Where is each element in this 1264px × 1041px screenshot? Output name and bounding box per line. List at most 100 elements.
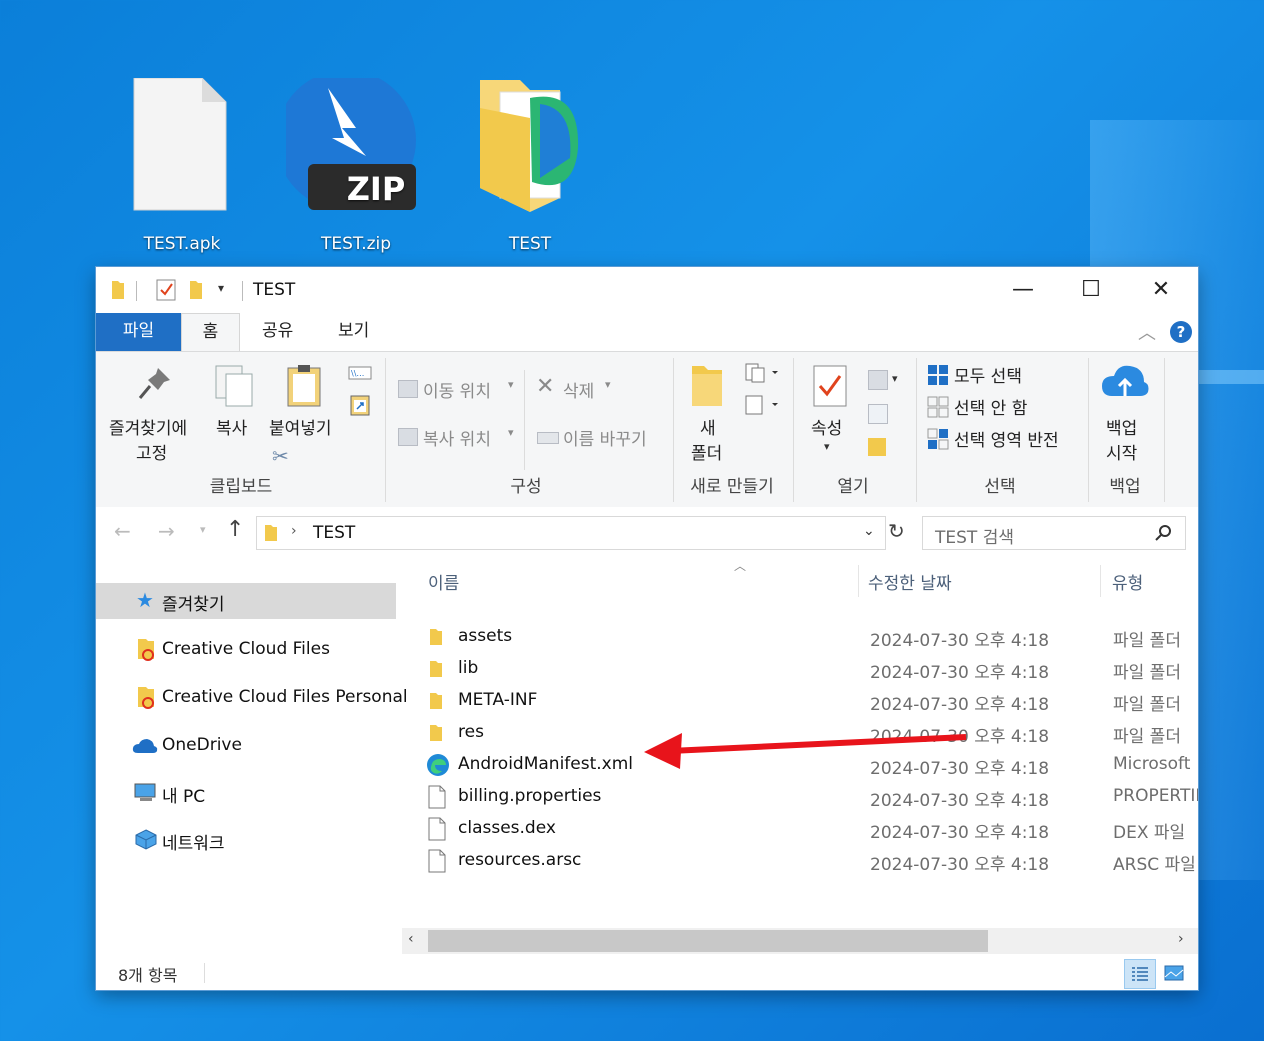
file-name[interactable]: META-INF	[458, 690, 537, 710]
desktop-icon-folder[interactable]: TEST	[470, 78, 590, 254]
chevron-down-icon[interactable]: ▾	[605, 378, 611, 391]
address-path[interactable]: TEST	[313, 523, 355, 543]
forward-icon[interactable]: →	[158, 519, 175, 543]
chevron-right-icon[interactable]: ›	[291, 523, 297, 539]
file-name[interactable]: res	[458, 722, 484, 742]
chevron-down-icon[interactable]: ▾	[508, 378, 514, 391]
chevron-down-icon[interactable]: ▾	[218, 281, 224, 295]
paste-icon	[287, 365, 321, 407]
search-input[interactable]: TEST 검색	[935, 523, 1014, 548]
file-row[interactable]: classes.dex 2024-07-30 오후 4:18 DEX 파일	[398, 813, 1198, 845]
new-folder-icon[interactable]	[188, 279, 204, 301]
chevron-down-icon[interactable]: ▾	[824, 440, 830, 453]
up-icon[interactable]: ↑	[226, 517, 244, 542]
nav-item-creative-cloud-files[interactable]: Creative Cloud Files	[96, 632, 396, 668]
minimize-button[interactable]: —	[1000, 275, 1046, 305]
chevron-down-icon[interactable]: ▾	[892, 372, 898, 385]
copy-to-button[interactable]: 복사 위치	[423, 425, 491, 450]
scroll-left-icon[interactable]: ‹	[408, 931, 414, 947]
select-none-button[interactable]: 선택 안 함	[954, 394, 1027, 419]
pin-to-quick-access-label[interactable]: 즐겨찾기에	[109, 414, 187, 439]
file-row[interactable]: billing.properties 2024-07-30 오후 4:18 PROP…	[398, 781, 1198, 813]
nav-item-label: 내 PC	[162, 787, 206, 807]
horizontal-scrollbar[interactable]: ‹ ›	[402, 928, 1198, 954]
maximize-button[interactable]: ☐	[1068, 275, 1114, 305]
properties-check-icon[interactable]	[156, 279, 176, 301]
nav-item-label: 네트워크	[162, 834, 225, 854]
new-folder-button[interactable]: 새	[700, 414, 716, 439]
backup-button[interactable]: 시작	[1106, 439, 1137, 464]
cut-icon[interactable]: ✂	[272, 444, 289, 468]
tab-share[interactable]: 공유	[262, 313, 293, 351]
backup-button[interactable]: 백업	[1106, 414, 1137, 439]
properties-button[interactable]: 속성	[811, 414, 842, 439]
file-name[interactable]: AndroidManifest.xml	[458, 754, 633, 774]
refresh-icon[interactable]: ↻	[888, 519, 905, 543]
file-type: 파일 폴더	[1113, 631, 1181, 651]
desktop-icon-zip[interactable]: ZIP TEST.zip	[276, 70, 416, 254]
open-icon[interactable]	[868, 370, 888, 390]
file-name[interactable]: classes.dex	[458, 818, 556, 838]
pin-to-quick-access-label[interactable]: 고정	[136, 439, 167, 464]
delete-button[interactable]: 삭제	[563, 377, 594, 402]
file-name[interactable]: resources.arsc	[458, 850, 581, 870]
recent-locations-icon[interactable]: ▾	[200, 523, 206, 536]
column-header-date[interactable]: 수정한 날짜	[868, 569, 952, 594]
large-icons-view-button[interactable]	[1160, 959, 1188, 987]
tab-file[interactable]: 파일	[96, 313, 181, 351]
column-header-type[interactable]: 유형	[1112, 569, 1143, 594]
file-row[interactable]: lib 2024-07-30 오후 4:18 파일 폴더	[398, 653, 1198, 685]
back-icon[interactable]: ←	[114, 519, 131, 543]
select-all-button[interactable]: 모두 선택	[954, 362, 1022, 387]
file-name[interactable]: lib	[458, 658, 478, 678]
file-icon	[428, 849, 446, 873]
scroll-right-icon[interactable]: ›	[1178, 931, 1184, 947]
history-icon[interactable]	[868, 438, 886, 456]
rename-button[interactable]: 이름 바꾸기	[563, 425, 647, 450]
paste-shortcut-icon[interactable]	[350, 394, 370, 416]
file-row[interactable]: resources.arsc 2024-07-30 오후 4:18 ARSC 파일	[398, 845, 1198, 877]
file-name[interactable]: billing.properties	[458, 786, 601, 806]
nav-item-this-pc[interactable]: 내 PC	[96, 775, 396, 811]
tab-view[interactable]: 보기	[338, 313, 369, 351]
address-bar[interactable]: › TEST ⌄	[256, 516, 886, 550]
nav-item-label: 즐겨찾기	[162, 595, 225, 615]
new-item-icon[interactable]	[744, 362, 780, 384]
chevron-down-icon[interactable]: ▾	[508, 426, 514, 439]
nav-item-network[interactable]: 네트워크	[96, 822, 396, 858]
easy-access-icon[interactable]	[744, 394, 780, 416]
collapse-ribbon-icon[interactable]: ︿	[1138, 319, 1156, 345]
new-folder-button[interactable]: 폴더	[691, 439, 722, 464]
search-icon[interactable]	[1155, 524, 1173, 542]
copy-path-icon[interactable]: \\…	[348, 366, 372, 380]
edit-icon[interactable]	[868, 404, 888, 424]
paste-button[interactable]: 붙여넣기	[269, 414, 332, 439]
divider	[204, 963, 205, 983]
backup-group-label: 백업	[1109, 477, 1141, 497]
nav-item-onedrive[interactable]: OneDrive	[96, 728, 396, 764]
details-view-button[interactable]	[1124, 959, 1156, 989]
tab-home[interactable]: 홈	[181, 313, 240, 352]
divider	[524, 370, 525, 470]
divider	[1164, 358, 1165, 502]
nav-item-creative-cloud-files-personal[interactable]: Creative Cloud Files Personal	[96, 680, 408, 716]
file-row[interactable]: META-INF 2024-07-30 오후 4:18 파일 폴더	[398, 685, 1198, 717]
move-to-button[interactable]: 이동 위치	[423, 377, 491, 402]
help-icon[interactable]: ?	[1170, 321, 1192, 343]
file-row[interactable]: assets 2024-07-30 오후 4:18 파일 폴더	[398, 621, 1198, 653]
close-button[interactable]: ✕	[1138, 275, 1184, 305]
invert-selection-button[interactable]: 선택 영역 반전	[954, 426, 1059, 451]
chevron-down-icon[interactable]: ⌄	[863, 523, 875, 539]
nav-item-quick-access[interactable]: ★ 즐겨찾기	[96, 583, 396, 619]
column-header-name[interactable]: 이름	[428, 569, 459, 594]
details-view-icon	[1132, 967, 1148, 981]
scrollbar-thumb[interactable]	[428, 930, 988, 952]
copy-button[interactable]: 복사	[216, 414, 247, 439]
file-name[interactable]: assets	[458, 626, 512, 646]
desktop-icon-apk[interactable]: TEST.apk	[122, 77, 242, 254]
zip-badge-text: ZIP	[346, 170, 406, 208]
cloud-icon	[132, 739, 158, 753]
pin-icon	[138, 368, 170, 399]
file-icon	[428, 785, 446, 809]
search-box[interactable]: TEST 검색	[922, 516, 1186, 550]
